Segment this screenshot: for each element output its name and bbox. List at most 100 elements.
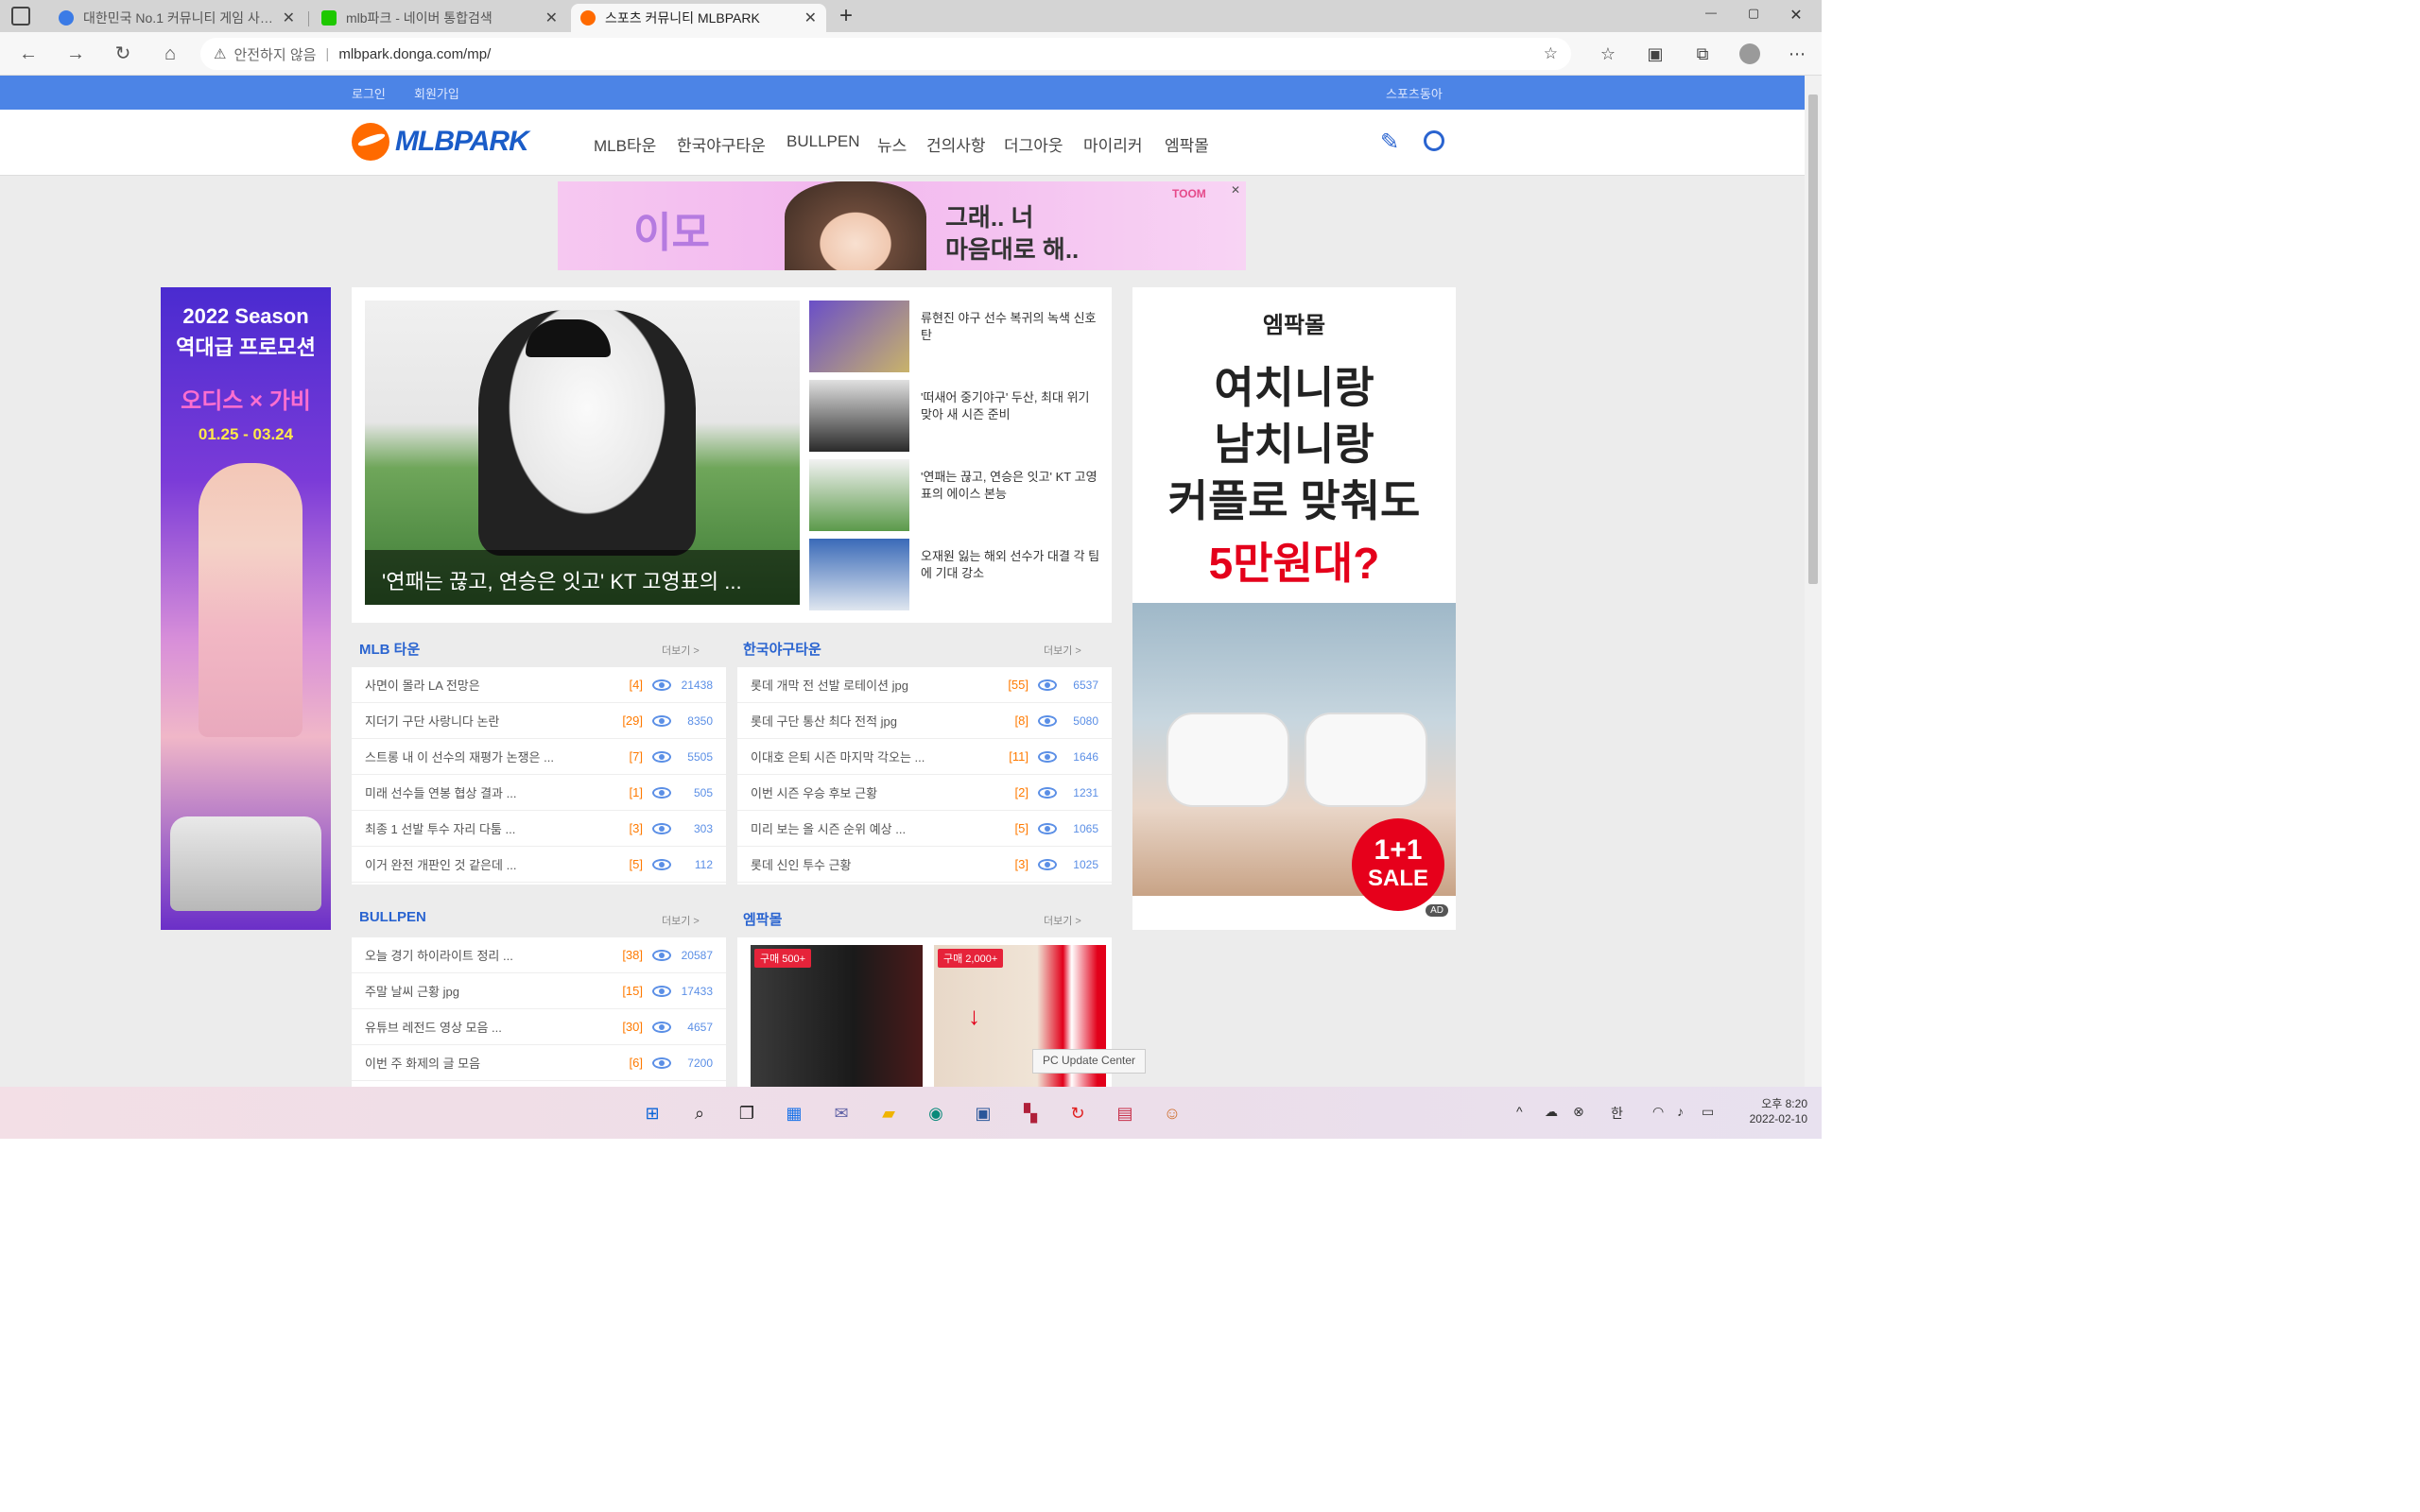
file-explorer-icon[interactable]: ▰ xyxy=(875,1100,902,1126)
mall-product-card[interactable]: 구매 500+ xyxy=(751,945,923,1087)
menu-myleague[interactable]: 마이리커 xyxy=(1083,132,1143,156)
back-icon[interactable]: ← xyxy=(15,43,42,64)
side-news-item[interactable]: '연패는 끊고, 연승은 잇고' KT 고영표의 에이스 본능 xyxy=(809,459,1102,531)
write-icon[interactable]: ✎ xyxy=(1380,129,1399,156)
list-item[interactable]: 미리 보는 올 시즌 순위 예상 ... [5] 1065 xyxy=(737,811,1112,847)
kbo-town-title[interactable]: 한국야구타운 xyxy=(743,639,821,659)
mlb-town-more-link[interactable]: 더보기 > xyxy=(662,643,700,658)
tab-actions-icon[interactable] xyxy=(11,7,30,26)
tray-overflow-icon[interactable]: ^ xyxy=(1516,1104,1523,1119)
browser-tab-2[interactable]: mlb파크 - 네이버 통합검색 ✕ xyxy=(312,4,567,32)
minimize-button[interactable]: — xyxy=(1692,6,1730,19)
tab-close-icon[interactable]: ✕ xyxy=(283,9,295,27)
pc-update-icon[interactable]: ↻ xyxy=(1064,1100,1091,1126)
menu-bullpen[interactable]: BULLPEN xyxy=(786,132,859,151)
top-banner-ad[interactable]: 이모 그래.. 너 마음대로 해.. TOOM ✕ xyxy=(558,181,1246,270)
app-icon-2[interactable]: ▤ xyxy=(1112,1100,1138,1126)
home-icon[interactable]: ⌂ xyxy=(157,43,183,64)
edge-browser-icon[interactable]: ◉ xyxy=(923,1100,949,1126)
start-icon[interactable]: ⊞ xyxy=(639,1100,666,1126)
scrollbar-thumb[interactable] xyxy=(1808,94,1818,584)
list-item[interactable]: 사면이 몰라 LA 전망은 [4] 21438 xyxy=(352,667,726,703)
battery-icon[interactable]: ▭ xyxy=(1702,1104,1714,1120)
site-logo[interactable]: MLBPARK xyxy=(352,123,529,161)
list-item[interactable]: 지더기 구단 사랑니다 논란 [29] 8350 xyxy=(352,703,726,739)
list-item[interactable]: 이번 시즌 우승 후보 근황 [2] 1231 xyxy=(737,775,1112,811)
browser-tab-3[interactable]: 스포츠 커뮤니티 MLBPARK ✕ xyxy=(571,4,826,32)
list-item[interactable]: 롯데 개막 전 선발 로테이션 jpg [55] 6537 xyxy=(737,667,1112,703)
menu-kbo-town[interactable]: 한국야구타운 xyxy=(677,132,766,156)
ad-close-icon[interactable]: ✕ xyxy=(1231,183,1240,197)
forward-icon[interactable]: → xyxy=(62,43,89,64)
ime-indicator[interactable]: 한 xyxy=(1611,1104,1623,1123)
ad-logo-text: 이모 xyxy=(633,210,710,256)
close-window-button[interactable]: ✕ xyxy=(1777,6,1815,25)
list-item[interactable]: 이대호 은퇴 시즌 마지막 각오는 ... [11] 1646 xyxy=(737,739,1112,775)
mall-title[interactable]: 엠팍몰 xyxy=(743,909,782,929)
screenshot-icon[interactable]: ⧉ xyxy=(1690,42,1715,66)
list-item[interactable]: 이번 주 화제의 글 모음 [6] 7200 xyxy=(352,1045,726,1081)
mlb-town-title[interactable]: MLB 타운 xyxy=(359,639,420,659)
taskbar-clock[interactable]: 오후 8:20 2022-02-10 xyxy=(1732,1096,1807,1126)
app-icon-3[interactable]: ☺ xyxy=(1159,1100,1185,1126)
address-bar[interactable]: ⚠ 안전하지 않음 | mlbpark.donga.com/mp/ ☆ xyxy=(200,38,1571,70)
url-text[interactable]: mlbpark.donga.com/mp/ xyxy=(338,46,491,62)
favorites-icon[interactable]: ☆ xyxy=(1596,42,1620,66)
mall-more-link[interactable]: 더보기 > xyxy=(1044,913,1081,928)
list-item[interactable]: 최종 1 선발 투수 자리 다툼 ... [3] 303 xyxy=(352,811,726,847)
task-view-icon[interactable]: ❐ xyxy=(734,1100,760,1126)
search-icon[interactable] xyxy=(1424,130,1444,151)
side-news-item[interactable]: 오재원 잃는 해외 선수가 대결 각 팀에 기대 강소 xyxy=(809,539,1102,610)
headline-photo[interactable]: '연패는 끊고, 연승은 잇고' KT 고영표의 ... xyxy=(365,301,800,605)
kbo-town-more-link[interactable]: 더보기 > xyxy=(1044,643,1081,658)
widgets-icon[interactable]: ▦ xyxy=(781,1100,807,1126)
not-secure-icon[interactable]: ⚠ xyxy=(214,45,226,62)
list-item[interactable]: 스트롱 내 이 선수의 재평가 논쟁은 ... [7] 5505 xyxy=(352,739,726,775)
page-scrollbar[interactable] xyxy=(1805,76,1822,1087)
list-item[interactable]: 미래 선수들 연봉 협상 결과 ... [1] 505 xyxy=(352,775,726,811)
join-link[interactable]: 회원가입 xyxy=(414,84,459,102)
bullpen-title[interactable]: BULLPEN xyxy=(359,909,426,925)
store-icon[interactable]: ▣ xyxy=(970,1100,996,1126)
taskbar-search-icon[interactable]: ⌕ xyxy=(686,1100,713,1126)
menu-dugout[interactable]: 더그아웃 xyxy=(1004,132,1063,156)
new-tab-button[interactable]: + xyxy=(832,3,860,29)
clock-time: 오후 8:20 xyxy=(1761,1097,1807,1110)
reload-icon[interactable]: ↻ xyxy=(110,43,136,64)
headline-caption[interactable]: '연패는 끊고, 연승은 잇고' KT 고영표의 ... xyxy=(365,550,800,605)
menu-news[interactable]: 뉴스 xyxy=(877,132,907,156)
menu-suggestions[interactable]: 건의사항 xyxy=(926,132,986,156)
menu-mlb-town[interactable]: MLB타운 xyxy=(594,132,656,156)
list-item[interactable]: 롯데 구단 통산 최다 전적 jpg [8] 5080 xyxy=(737,703,1112,739)
list-item[interactable]: 오늘 경기 하이라이트 정리 ... [38] 20587 xyxy=(352,937,726,973)
app-tray-icon[interactable]: ⊗ xyxy=(1573,1104,1584,1120)
list-item[interactable]: 유튜브 레전드 영상 모음 ... [30] 4657 xyxy=(352,1009,726,1045)
right-skyscraper-ad[interactable]: 엠팍몰 여치니랑 남치니랑 커플로 맞춰도 5만원대? 1+1 SALE AD xyxy=(1132,287,1456,930)
more-menu-icon[interactable]: ⋯ xyxy=(1785,42,1809,66)
tab-close-icon[interactable]: ✕ xyxy=(804,9,817,27)
wifi-icon[interactable]: ◠ xyxy=(1652,1104,1664,1120)
browser-tab-1[interactable]: 대한민국 No.1 커뮤니티 게임 사이트 ✕ xyxy=(49,4,304,32)
profile-avatar-icon[interactable] xyxy=(1737,42,1762,66)
maximize-button[interactable]: ▢ xyxy=(1735,6,1772,21)
left-skyscraper-ad[interactable]: 2022 Season 역대급 프로모션 오디스 × 가비 01.25 - 03… xyxy=(161,287,331,930)
tab-close-icon[interactable]: ✕ xyxy=(545,9,558,27)
list-item[interactable]: 롯데 신인 투수 근황 [3] 1025 xyxy=(737,847,1112,883)
sports-donga-link[interactable]: 스포츠동아 xyxy=(1386,84,1443,102)
side-news-item[interactable]: 류현진 야구 선수 복귀의 녹색 신호탄 xyxy=(809,301,1102,372)
collections-icon[interactable]: ▣ xyxy=(1643,42,1668,66)
chat-icon[interactable]: ✉ xyxy=(828,1100,855,1126)
list-item[interactable]: 이거 완전 개판인 것 같은데 ... [5] 112 xyxy=(352,847,726,883)
menu-mall[interactable]: 엠팍몰 xyxy=(1165,132,1209,156)
side-news-item[interactable]: '떠새어 중기야구' 두산, 최대 위기 맞아 새 시즌 준비 xyxy=(809,380,1102,452)
bullpen-more-link[interactable]: 더보기 > xyxy=(662,913,700,928)
tab-favicon-icon xyxy=(321,10,337,26)
add-favorite-icon[interactable]: ☆ xyxy=(1544,44,1558,63)
login-link[interactable]: 로그인 xyxy=(352,84,386,102)
tab-favicon-icon xyxy=(580,10,596,26)
app-icon-1[interactable]: ▚ xyxy=(1017,1100,1044,1126)
volume-icon[interactable]: ♪ xyxy=(1677,1104,1684,1119)
list-item[interactable]: 주말 날씨 근황 jpg [15] 17433 xyxy=(352,973,726,1009)
earbuds-case-left xyxy=(1167,713,1289,807)
cloud-icon[interactable]: ☁ xyxy=(1545,1104,1558,1120)
